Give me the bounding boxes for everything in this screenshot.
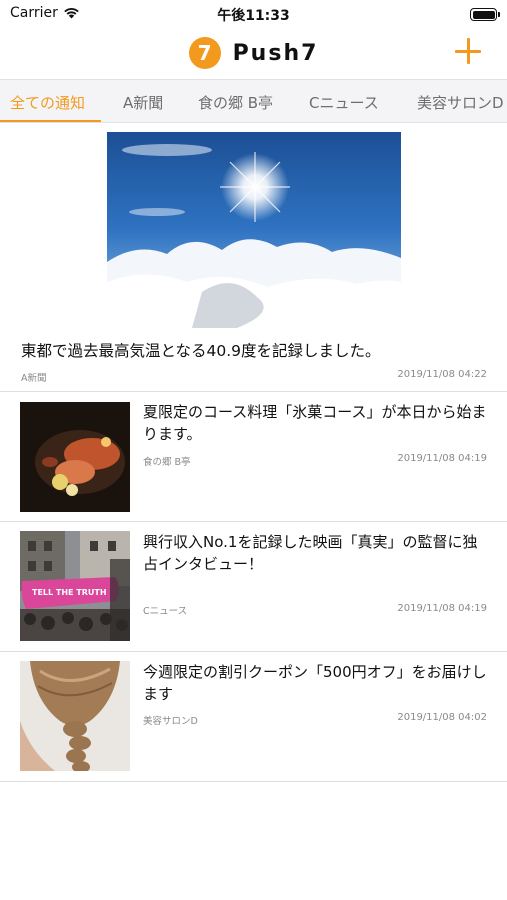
push7-logo-icon: 7 — [188, 37, 221, 69]
nav-bar: 7 Push7 — [0, 28, 507, 78]
divider — [0, 651, 507, 652]
tab-all-notifications[interactable]: 全ての通知 — [10, 92, 85, 113]
status-bar: Carrier 午後11:33 — [0, 0, 507, 28]
battery-icon — [470, 8, 500, 21]
app-title: Push7 — [232, 40, 319, 66]
svg-text:TELL THE TRUTH: TELL THE TRUTH — [32, 588, 107, 597]
tab-c-news[interactable]: Cニュース — [309, 92, 379, 113]
notification-title: 夏限定のコース料理「氷菓コース」が本日から始まります。 — [143, 403, 487, 443]
featured-title: 東都で過去最高気温となる40.9度を記録しました。 — [21, 342, 381, 360]
notification-source: 食の郷 B亭 — [143, 457, 191, 468]
featured-image-sky — [107, 132, 401, 328]
featured-date: 2019/11/08 04:22 — [397, 369, 487, 380]
thumbnail-street-protest: TELL THE TRUTH — [20, 531, 130, 641]
active-tab-indicator — [0, 120, 101, 122]
notification-date: 2019/11/08 04:19 — [397, 603, 487, 614]
divider — [0, 391, 507, 392]
notification-source: Cニュース — [143, 606, 188, 617]
tab-a-shinbun[interactable]: A新聞 — [123, 92, 163, 113]
notification-title: 興行収入No.1を記録した映画「真実」の監督に独占インタビュー！ — [143, 533, 478, 573]
notification-date: 2019/11/08 04:19 — [397, 453, 487, 464]
notification-title: 今週限定の割引クーポン「500円オフ」をお届けします — [143, 663, 487, 703]
notification-date: 2019/11/08 04:02 — [397, 712, 487, 723]
tab-salon-d[interactable]: 美容サロンD — [417, 92, 504, 113]
notification-source: 美容サロンD — [143, 716, 198, 727]
divider — [0, 521, 507, 522]
thumbnail-braided-hair — [20, 661, 130, 771]
add-subscription-button[interactable] — [455, 38, 481, 64]
tab-b-tei[interactable]: 食の郷 B亭 — [198, 92, 273, 113]
thumbnail-dessert — [20, 402, 130, 512]
featured-source: A新聞 — [21, 373, 47, 384]
channel-tabs: 全ての通知 A新聞 食の郷 B亭 Cニュース 美容サロンD — [0, 79, 507, 123]
divider — [0, 781, 507, 782]
app-brand: 7 Push7 — [0, 37, 507, 69]
status-time: 午後11:33 — [217, 8, 290, 24]
